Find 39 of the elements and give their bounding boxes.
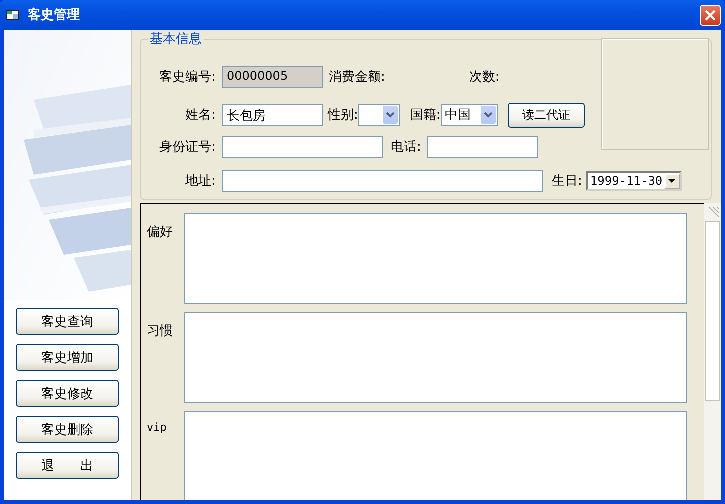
- dropdown-icon: [664, 174, 680, 188]
- field-label: 次数:: [469, 69, 500, 86]
- group-legend: 基本信息: [148, 30, 204, 48]
- sidebar-button[interactable]: 退 出: [16, 452, 119, 479]
- field-label: 地址:: [184, 173, 216, 190]
- field-label: 电话:: [391, 139, 422, 156]
- sidebar-button[interactable]: 客史修改: [16, 380, 119, 407]
- window-icon: [6, 8, 20, 22]
- address-field[interactable]: [222, 170, 543, 192]
- field-label: 身份证号:: [158, 139, 216, 156]
- dropdown-icon: [480, 106, 496, 124]
- note-label: vip: [147, 420, 168, 436]
- sidebar-button[interactable]: 客史增加: [16, 344, 119, 371]
- note-text-area[interactable]: [184, 213, 687, 304]
- note-text-area[interactable]: [184, 312, 687, 403]
- id-number-field[interactable]: [222, 136, 383, 158]
- gender-dropdown[interactable]: [358, 104, 400, 126]
- sidebar-button[interactable]: 客史删除: [16, 416, 119, 443]
- sidebar-button[interactable]: 客史查询: [16, 308, 119, 335]
- dropdown-icon: [383, 106, 398, 124]
- close-icon: [705, 10, 716, 20]
- resize-grip-icon: [706, 207, 718, 217]
- birthday-date-picker[interactable]: 1999-11-30: [586, 171, 682, 191]
- scrollbar-thumb[interactable]: [705, 221, 720, 401]
- field-label: 客史编号:: [158, 69, 216, 86]
- note-label: 习惯: [147, 323, 174, 341]
- field-label: 生日:: [552, 173, 582, 190]
- scrollbar[interactable]: [704, 203, 721, 500]
- close-button[interactable]: [700, 4, 721, 26]
- note-label: 偏好: [147, 224, 174, 242]
- nationality-dropdown[interactable]: 中国: [440, 104, 498, 126]
- name-field[interactable]: 长包房: [222, 104, 323, 126]
- phone-field[interactable]: [427, 136, 538, 158]
- field-label: 性别:: [328, 107, 358, 124]
- field-label: 消费金额:: [329, 69, 386, 86]
- read-id-card-button[interactable]: 读二代证: [508, 102, 585, 128]
- field-label: 姓名:: [184, 107, 216, 124]
- field-label: 国籍:: [410, 107, 441, 124]
- window-title: 客史管理: [28, 6, 81, 24]
